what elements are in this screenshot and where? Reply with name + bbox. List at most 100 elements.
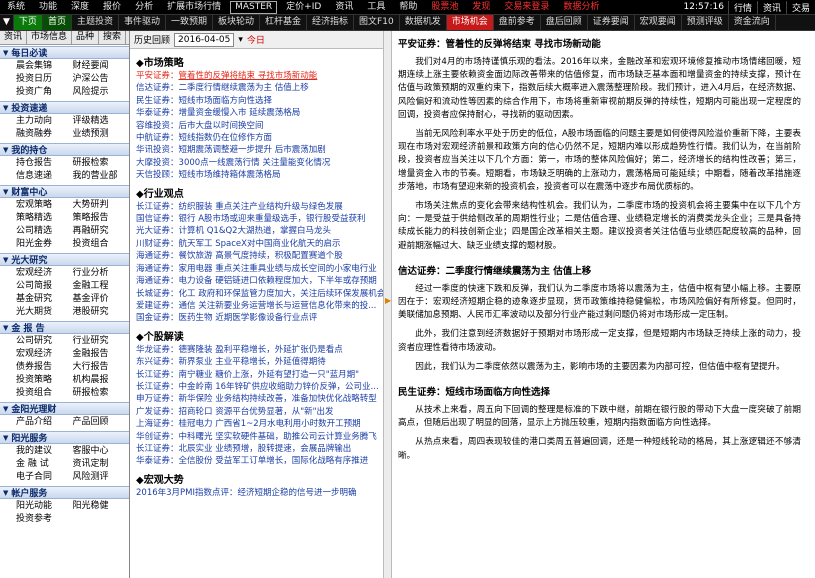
nav-item[interactable]: 风险测评 xyxy=(73,471,130,483)
nav-item[interactable]: 宏观策略 xyxy=(16,199,73,211)
news-item[interactable]: 华泰证券：全信股份 受益军工订单增长，国际化战略有序推进 xyxy=(136,455,383,467)
nav-item[interactable]: 阳光动能 xyxy=(16,500,73,512)
collapse-triangle-icon[interactable]: ▼ xyxy=(3,256,8,264)
nav-item[interactable]: 投资日历 xyxy=(16,73,73,85)
nav-section-header[interactable]: ▼ 每日必读 xyxy=(0,46,129,59)
today-link[interactable]: 今日 xyxy=(247,33,265,46)
nav-item[interactable]: 晨会集锦 xyxy=(16,60,73,72)
tab-securities-news[interactable]: 证券要闻 xyxy=(588,15,635,30)
tab-macro-news[interactable]: 宏观要闻 xyxy=(635,15,682,30)
discover-alert[interactable]: 发现 xyxy=(465,0,497,14)
tab-news[interactable]: 资讯 xyxy=(0,31,28,44)
news-item[interactable]: 2016年3月PMI指数点评：经济短期企稳的信号进一步明确 xyxy=(136,487,383,499)
tab-fund-flow[interactable]: 资金流向 xyxy=(729,15,776,30)
news-item[interactable]: 爱建证券：通信 关注新要业务运营增长与运营信息化带来的投... xyxy=(136,300,383,312)
mode-trade-button[interactable]: 交易 xyxy=(785,0,815,14)
news-item[interactable]: 长江证券：北辰实业 业绩预增，股转提速，会展品牌输出 xyxy=(136,443,383,455)
nav-section-header[interactable]: ▼ 投资速递 xyxy=(0,101,129,114)
nav-item[interactable]: 风险提示 xyxy=(73,86,130,98)
nav-item[interactable]: 沪深公告 xyxy=(73,73,130,85)
nav-section-header[interactable]: ▼ 帐户服务 xyxy=(0,486,129,499)
nav-item[interactable]: 我的营业部 xyxy=(73,170,130,182)
nav-item[interactable]: 投资广角 xyxy=(16,86,73,98)
news-item[interactable]: 海通证券：电力设备 硬铝链进口依赖程度加大，下半年或存预期 xyxy=(136,275,383,287)
menu-depth[interactable]: 深度 xyxy=(64,0,96,14)
nav-section-header[interactable]: ▼ 金阳光理财 xyxy=(0,402,129,415)
nav-item[interactable]: 产品介绍 xyxy=(16,416,73,428)
nav-item[interactable]: 债券报告 xyxy=(16,361,73,373)
nav-item[interactable]: 公司研究 xyxy=(16,335,73,347)
nav-item[interactable]: 研报检索 xyxy=(73,387,130,399)
news-item[interactable]: 华创证券：中科曙光 坚实软硬件基础，助推公司云计算业务腾飞 xyxy=(136,431,383,443)
trade-login-promo[interactable]: 交易来登录 xyxy=(497,0,556,14)
menu-tools[interactable]: 工具 xyxy=(360,0,392,14)
news-item[interactable]: 上海证券：桂冠电力 广西省1~2月水电利用小时数开工预期 xyxy=(136,418,383,430)
nav-item[interactable]: 投资策略 xyxy=(16,374,73,386)
news-item[interactable]: 中航证券：短线指数仍在位修作方面 xyxy=(136,132,383,144)
nav-item[interactable]: 我的建议 xyxy=(16,445,73,457)
tab-data[interactable]: 数据机发 xyxy=(400,15,447,30)
collapse-triangle-icon[interactable]: ▼ xyxy=(3,104,8,112)
nav-item[interactable]: 持仓报告 xyxy=(16,157,73,169)
nav-item[interactable]: 金融工程 xyxy=(73,280,130,292)
collapse-triangle-icon[interactable]: ▼ xyxy=(3,146,8,154)
mode-info-button[interactable]: 资讯 xyxy=(756,0,786,14)
nav-item[interactable]: 策略精选 xyxy=(16,212,73,224)
collapse-triangle-icon[interactable]: ▼ xyxy=(3,434,8,442)
news-item[interactable]: 民生证券：短线市场面临方向性选择 xyxy=(136,95,383,107)
news-item[interactable]: 华龙证券：德赛隆装 盈利平稳增长，外延扩张仍是看点 xyxy=(136,344,383,356)
nav-item[interactable]: 策略报告 xyxy=(73,212,130,224)
nav-item[interactable]: 资讯定制 xyxy=(73,458,130,470)
menu-extended-market[interactable]: 扩展市场行情 xyxy=(160,0,228,14)
collapse-arrow-icon[interactable]: ▶ xyxy=(385,296,391,305)
nav-section-header[interactable]: ▼ 财富中心 xyxy=(0,185,129,198)
news-item[interactable]: 广发证券：招商轮口 资源平台优势显著，从"新"出发 xyxy=(136,406,383,418)
menu-quote[interactable]: 报价 xyxy=(96,0,128,14)
nav-item[interactable]: 财经要闻 xyxy=(73,60,130,72)
nav-item[interactable]: 基金研究 xyxy=(16,293,73,305)
tab-market-opportunity[interactable]: 市场机会 xyxy=(446,15,494,30)
news-item[interactable]: 长江证券：南宁糖业 糖价上涨，外延有望打造一只"蓝月期" xyxy=(136,369,383,381)
panel-splitter[interactable]: ▶ xyxy=(383,31,392,578)
nav-item[interactable]: 阳光稳健 xyxy=(73,500,130,512)
news-item[interactable]: 国金证券：医药生物 近期医学影像设备行业点评 xyxy=(136,312,383,324)
nav-item[interactable]: 机构晨报 xyxy=(73,374,130,386)
menu-function[interactable]: 功能 xyxy=(32,0,64,14)
calendar-dropdown-icon[interactable]: ▾ xyxy=(238,35,243,45)
nav-section-header[interactable]: ▼ 阳光服务 xyxy=(0,431,129,444)
news-item[interactable]: 光大证券：计算机 Q1&Q2大湖热道，掌握白马龙头 xyxy=(136,225,383,237)
nav-item[interactable]: 宏观经济 xyxy=(16,267,73,279)
collapse-triangle-icon[interactable]: ▼ xyxy=(3,324,8,332)
menu-system[interactable]: 系统 xyxy=(0,0,32,14)
tab-theme-investing[interactable]: 主题投资 xyxy=(72,15,119,30)
nav-item[interactable]: 公司精选 xyxy=(16,225,73,237)
nav-item[interactable]: 大势研判 xyxy=(73,199,130,211)
nav-section-header[interactable]: ▼ 光大研究 xyxy=(0,253,129,266)
nav-item[interactable]: 阳光金券 xyxy=(16,238,73,250)
nav-item[interactable]: 信息速递 xyxy=(16,170,73,182)
news-item[interactable]: 长江证券：纺织服装 重点关注产业结构升级与绿色发展 xyxy=(136,201,383,213)
tab-leveraged-fund[interactable]: 杠杆基金 xyxy=(260,15,308,30)
news-item[interactable]: 海通证券：餐饮旅游 高景气度持续，积极配置赛道个股 xyxy=(136,250,383,262)
nav-item[interactable]: 行业分析 xyxy=(73,267,130,279)
tab-market-info[interactable]: 市场信息 xyxy=(27,31,73,44)
news-item[interactable]: 平安证券：管着性的反弹将结束 寻找市场新动能 xyxy=(136,70,383,82)
nav-item[interactable]: 业绩预测 xyxy=(73,128,130,140)
nav-item[interactable]: 投资参考 xyxy=(16,513,73,525)
stock-pool-alert[interactable]: 股票池 xyxy=(424,0,465,14)
collapse-triangle-icon[interactable]: ▼ xyxy=(3,188,8,196)
nav-item[interactable]: 行业研究 xyxy=(73,335,130,347)
nav-item[interactable]: 投资组合 xyxy=(16,387,73,399)
menu-analysis[interactable]: 分析 xyxy=(128,0,160,14)
news-item[interactable]: 信达证券：二季度行情继续震荡为主 估值上移 xyxy=(136,82,383,94)
tab-f10[interactable]: 图文F10 xyxy=(354,15,400,30)
tab-event-driven[interactable]: 事件驱动 xyxy=(119,15,166,30)
nav-item[interactable]: 融资融券 xyxy=(16,128,73,140)
news-item[interactable]: 天信投顾：短线市场维持箱体震荡格局 xyxy=(136,169,383,181)
menu-help[interactable]: 帮助 xyxy=(392,0,424,14)
news-item[interactable]: 海通证券：家用电器 重点关注重具业绩与成长空间的小家电行业 xyxy=(136,263,383,275)
collapse-triangle-icon[interactable]: ▼ xyxy=(3,49,8,57)
dropdown-arrow-icon[interactable]: ▼ xyxy=(0,15,14,30)
nav-section-header[interactable]: ▼ 金 报 告 xyxy=(0,321,129,334)
nav-item[interactable]: 金融报告 xyxy=(73,348,130,360)
